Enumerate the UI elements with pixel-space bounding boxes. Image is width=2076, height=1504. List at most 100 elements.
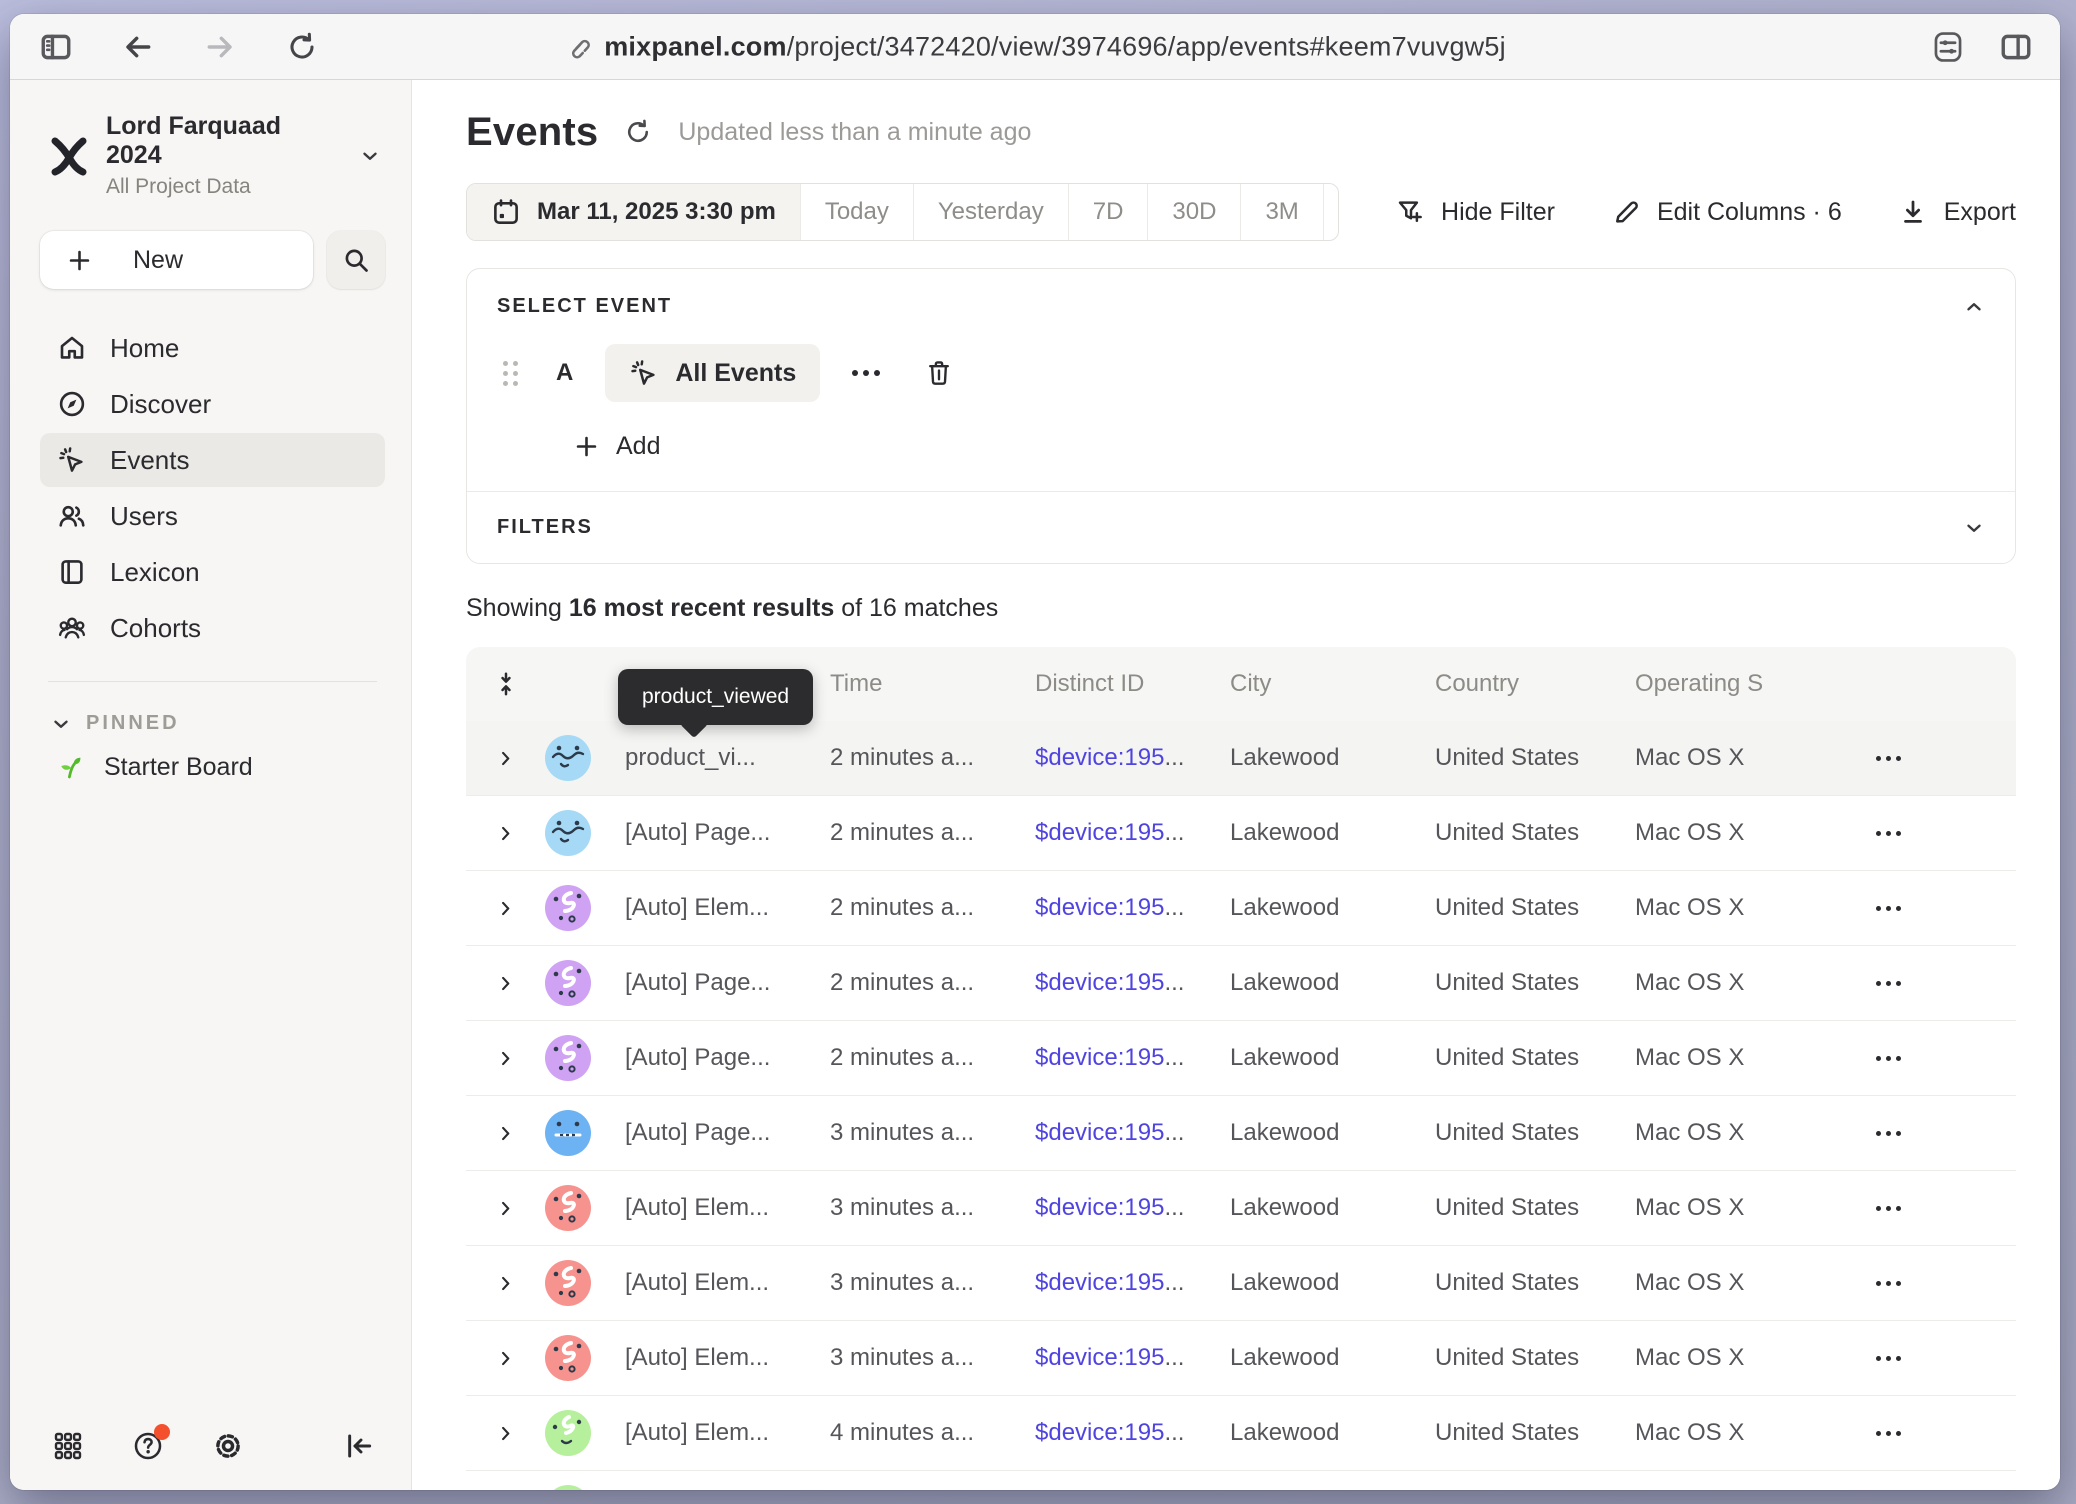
page-settings-icon[interactable]	[1928, 27, 1968, 67]
column-header-time[interactable]: Time	[830, 670, 1035, 698]
chevron-up-icon[interactable]	[1963, 296, 1985, 318]
expand-row-icon[interactable]	[496, 1274, 515, 1293]
address-bar[interactable]: mixpanel.com/project/3472420/view/397469…	[564, 31, 1506, 62]
row-menu-icon[interactable]	[1866, 1196, 1911, 1221]
expand-row-icon[interactable]	[496, 1049, 515, 1068]
table-row-partial[interactable]	[466, 1471, 2016, 1490]
column-header-os[interactable]: Operating S	[1635, 670, 1860, 698]
date-preset-7d[interactable]: 7D	[1069, 184, 1149, 240]
row-menu-icon[interactable]	[1866, 1121, 1911, 1146]
sidebar-item-discover[interactable]: Discover	[40, 377, 385, 431]
add-event-button[interactable]: Add	[573, 432, 1985, 461]
date-preset-3m[interactable]: 3M	[1241, 184, 1323, 240]
distinct-id-link[interactable]: $device:195...	[1035, 1419, 1230, 1447]
row-menu-icon[interactable]	[1866, 1421, 1911, 1446]
column-header-distinct-id[interactable]: Distinct ID	[1035, 670, 1230, 698]
distinct-id-link[interactable]: $device:195...	[1035, 819, 1230, 847]
row-menu-icon[interactable]	[1866, 821, 1911, 846]
expand-row-icon[interactable]	[496, 1424, 515, 1443]
expand-row-icon[interactable]	[496, 974, 515, 993]
events-icon	[56, 445, 88, 475]
expand-row-icon[interactable]	[496, 1124, 515, 1143]
distinct-id-link[interactable]: $device:195...	[1035, 1344, 1230, 1372]
apps-grid-icon[interactable]	[48, 1426, 88, 1466]
hide-filter-button[interactable]: Hide Filter	[1395, 197, 1555, 227]
trash-icon[interactable]	[924, 358, 954, 388]
pinned-item-label: Starter Board	[104, 753, 253, 782]
row-menu-icon[interactable]	[1866, 1271, 1911, 1296]
date-range-selected[interactable]: Mar 11, 2025 3:30 pm	[467, 184, 801, 240]
expand-row-icon[interactable]	[496, 1199, 515, 1218]
refresh-icon[interactable]	[624, 118, 652, 146]
event-city: Lakewood	[1230, 1269, 1435, 1297]
sidebar-item-cohorts[interactable]: Cohorts	[40, 601, 385, 655]
more-options-icon[interactable]	[844, 362, 888, 384]
sidebar-item-events[interactable]: Events	[40, 433, 385, 487]
event-name[interactable]: product_vi...	[625, 744, 830, 772]
table-row[interactable]: [Auto] Page... 2 minutes a... $device:19…	[466, 946, 2016, 1021]
sidebar-toggle-icon[interactable]	[36, 27, 76, 67]
event-name[interactable]: [Auto] Elem...	[625, 1344, 830, 1372]
search-button[interactable]	[327, 231, 385, 289]
column-header-city[interactable]: City	[1230, 670, 1435, 698]
row-menu-icon[interactable]	[1866, 1346, 1911, 1371]
distinct-id-link[interactable]: $device:195...	[1035, 1194, 1230, 1222]
event-name[interactable]: [Auto] Elem...	[625, 1194, 830, 1222]
gear-icon[interactable]	[208, 1426, 248, 1466]
distinct-id-link[interactable]: $device:195...	[1035, 969, 1230, 997]
row-menu-icon[interactable]	[1866, 896, 1911, 921]
table-row[interactable]: [Auto] Elem... 2 minutes a... $device:19…	[466, 871, 2016, 946]
back-icon[interactable]	[118, 27, 158, 67]
table-row[interactable]: [Auto] Page... 2 minutes a... $device:19…	[466, 1021, 2016, 1096]
event-name[interactable]: [Auto] Page...	[625, 819, 830, 847]
expand-row-icon[interactable]	[496, 749, 515, 768]
collapse-rows-icon[interactable]	[493, 671, 519, 697]
project-switcher[interactable]: Lord Farquaad 2024 All Project Data	[40, 106, 385, 205]
row-menu-icon[interactable]	[1866, 746, 1911, 771]
new-button[interactable]: New	[40, 231, 313, 289]
distinct-id-link[interactable]: $device:195...	[1035, 1044, 1230, 1072]
table-row[interactable]: [Auto] Elem... 4 minutes a... $device:19…	[466, 1396, 2016, 1471]
split-view-icon[interactable]	[1996, 27, 2036, 67]
sidebar-item-starter-board[interactable]: Starter Board	[40, 741, 385, 793]
reload-icon[interactable]	[282, 27, 322, 67]
event-name[interactable]: [Auto] Elem...	[625, 1419, 830, 1447]
sidebar-item-lexicon[interactable]: Lexicon	[40, 545, 385, 599]
event-name[interactable]: [Auto] Elem...	[625, 894, 830, 922]
pinned-section-header[interactable]: PINNED	[50, 712, 385, 735]
sidebar-item-label: Cohorts	[110, 613, 201, 644]
edit-columns-button[interactable]: Edit Columns · 6	[1611, 197, 1842, 227]
distinct-id-link[interactable]: $device:195...	[1035, 1119, 1230, 1147]
date-preset-today[interactable]: Today	[801, 184, 914, 240]
table-row[interactable]: [Auto] Elem... 3 minutes a... $device:19…	[466, 1171, 2016, 1246]
event-name[interactable]: [Auto] Page...	[625, 1119, 830, 1147]
distinct-id-link[interactable]: $device:195...	[1035, 1269, 1230, 1297]
column-header-country[interactable]: Country	[1435, 670, 1635, 698]
collapse-sidebar-icon[interactable]	[339, 1426, 379, 1466]
date-preset-30d[interactable]: 30D	[1148, 184, 1241, 240]
table-row[interactable]: [Auto] Page... 3 minutes a... $device:19…	[466, 1096, 2016, 1171]
row-menu-icon[interactable]	[1866, 1046, 1911, 1071]
table-row[interactable]: [Auto] Elem... 3 minutes a... $device:19…	[466, 1321, 2016, 1396]
help-icon[interactable]	[128, 1426, 168, 1466]
distinct-id-link[interactable]: $device:195...	[1035, 894, 1230, 922]
sidebar: Lord Farquaad 2024 All Project Data New …	[10, 80, 412, 1490]
expand-row-icon[interactable]	[496, 899, 515, 918]
drag-handle[interactable]	[503, 361, 518, 386]
date-preset-yesterday[interactable]: Yesterday	[914, 184, 1069, 240]
table-row[interactable]: [Auto] Elem... 3 minutes a... $device:19…	[466, 1246, 2016, 1321]
distinct-id-link[interactable]: $device:195...	[1035, 744, 1230, 772]
event-name[interactable]: [Auto] Page...	[625, 1044, 830, 1072]
date-preset-6m[interactable]: 6M	[1324, 184, 1339, 240]
event-name[interactable]: [Auto] Elem...	[625, 1269, 830, 1297]
expand-row-icon[interactable]	[496, 824, 515, 843]
event-selector-chip[interactable]: All Events	[605, 344, 820, 402]
row-menu-icon[interactable]	[1866, 971, 1911, 996]
event-name[interactable]: [Auto] Page...	[625, 969, 830, 997]
chevron-down-icon[interactable]	[1963, 517, 1985, 539]
sidebar-item-users[interactable]: Users	[40, 489, 385, 543]
table-row[interactable]: [Auto] Page... 2 minutes a... $device:19…	[466, 796, 2016, 871]
export-button[interactable]: Export	[1898, 197, 2016, 227]
sidebar-item-home[interactable]: Home	[40, 321, 385, 375]
expand-row-icon[interactable]	[496, 1349, 515, 1368]
